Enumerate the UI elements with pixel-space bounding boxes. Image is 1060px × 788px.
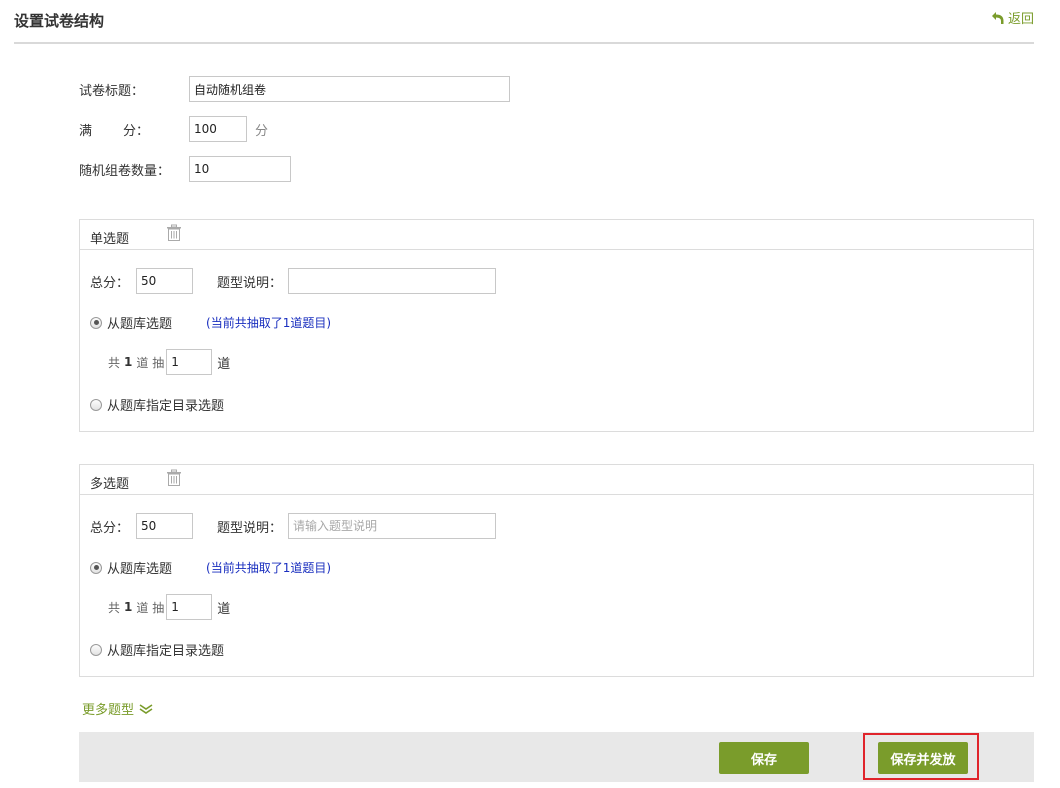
- select-from-bank-label[interactable]: 从题库选题: [107, 313, 172, 332]
- save-button[interactable]: 保存: [719, 742, 809, 774]
- highlight-box: [863, 733, 979, 780]
- back-label: 返回: [1007, 12, 1034, 27]
- multiple-choice-section: 多选题 总分： 题型说明： 从题库选题 (当前共抽取了1道题目) 共 1 道 抽…: [79, 464, 1034, 677]
- page-title: 设置试卷结构: [14, 12, 105, 30]
- section-title: 单选题: [90, 232, 130, 247]
- select-from-dir-radio[interactable]: [90, 643, 102, 656]
- double-chevron-down-icon: [139, 703, 153, 714]
- drawn-count-hint: (当前共抽取了1道题目): [206, 316, 332, 330]
- select-from-dir-label[interactable]: 从题库指定目录选题: [107, 640, 224, 659]
- draw-suffix: 道: [217, 601, 231, 617]
- draw-prefix: 共: [108, 355, 121, 370]
- full-score-label-b: 分：: [123, 123, 150, 139]
- section-score-label: 总分：: [90, 520, 130, 536]
- draw-total: 1: [124, 355, 133, 369]
- draw-prefix: 共: [108, 600, 121, 615]
- paper-title-row: 试卷标题：: [79, 76, 510, 102]
- section-score-row: 总分： 题型说明：: [90, 268, 496, 294]
- single-choice-section: 单选题 总分： 题型说明： 从题库选题 (当前共抽取了1道题目) 共 1 道 抽…: [79, 219, 1034, 432]
- full-score-unit: 分: [255, 123, 269, 139]
- section-score-input[interactable]: [136, 268, 193, 294]
- select-from-dir-row: 从题库指定目录选题: [90, 395, 224, 414]
- section-score-input[interactable]: [136, 513, 193, 539]
- trash-icon[interactable]: [166, 469, 182, 491]
- undo-arrow-icon: [991, 11, 1004, 24]
- more-types-label: 更多题型: [82, 703, 135, 718]
- draw-count-input[interactable]: [166, 349, 213, 375]
- random-count-label: 随机组卷数量：: [79, 163, 171, 179]
- paper-title-input[interactable]: [189, 76, 510, 102]
- full-score-row: 满 分： 分: [79, 116, 268, 142]
- random-count-row: 随机组卷数量：: [79, 156, 291, 182]
- select-from-dir-row: 从题库指定目录选题: [90, 640, 224, 659]
- select-from-bank-radio[interactable]: [90, 561, 102, 574]
- full-score-input[interactable]: [189, 116, 247, 142]
- type-desc-input[interactable]: [288, 513, 496, 539]
- section-score-label: 总分：: [90, 275, 130, 291]
- back-link[interactable]: 返回: [991, 8, 1034, 27]
- draw-suffix: 道: [217, 356, 231, 372]
- select-from-bank-row: 从题库选题 (当前共抽取了1道题目): [90, 558, 331, 577]
- section-title: 多选题: [90, 477, 130, 492]
- draw-count-row: 共 1 道 抽 道: [108, 349, 230, 375]
- select-from-bank-label[interactable]: 从题库选题: [107, 558, 172, 577]
- type-desc-input[interactable]: [288, 268, 496, 294]
- section-header: 单选题: [80, 220, 1033, 250]
- type-desc-label: 题型说明：: [217, 275, 283, 291]
- draw-count-input[interactable]: [166, 594, 213, 620]
- more-types-link[interactable]: 更多题型: [82, 699, 153, 718]
- draw-count-row: 共 1 道 抽 道: [108, 594, 230, 620]
- select-from-dir-radio[interactable]: [90, 398, 102, 411]
- select-from-bank-row: 从题库选题 (当前共抽取了1道题目): [90, 313, 331, 332]
- full-score-label-a: 满: [79, 123, 93, 139]
- drawn-count-hint: (当前共抽取了1道题目): [206, 561, 332, 575]
- section-score-row: 总分： 题型说明：: [90, 513, 496, 539]
- select-from-bank-radio[interactable]: [90, 316, 102, 329]
- random-count-input[interactable]: [189, 156, 291, 182]
- draw-mid: 道 抽: [136, 355, 165, 370]
- trash-icon[interactable]: [166, 224, 182, 246]
- draw-total: 1: [124, 600, 133, 614]
- draw-mid: 道 抽: [136, 600, 165, 615]
- select-from-dir-label[interactable]: 从题库指定目录选题: [107, 395, 224, 414]
- paper-title-label: 试卷标题：: [79, 83, 145, 99]
- section-header: 多选题: [80, 465, 1033, 495]
- page-header: 设置试卷结构 返回: [14, 0, 1034, 44]
- type-desc-label: 题型说明：: [217, 520, 283, 536]
